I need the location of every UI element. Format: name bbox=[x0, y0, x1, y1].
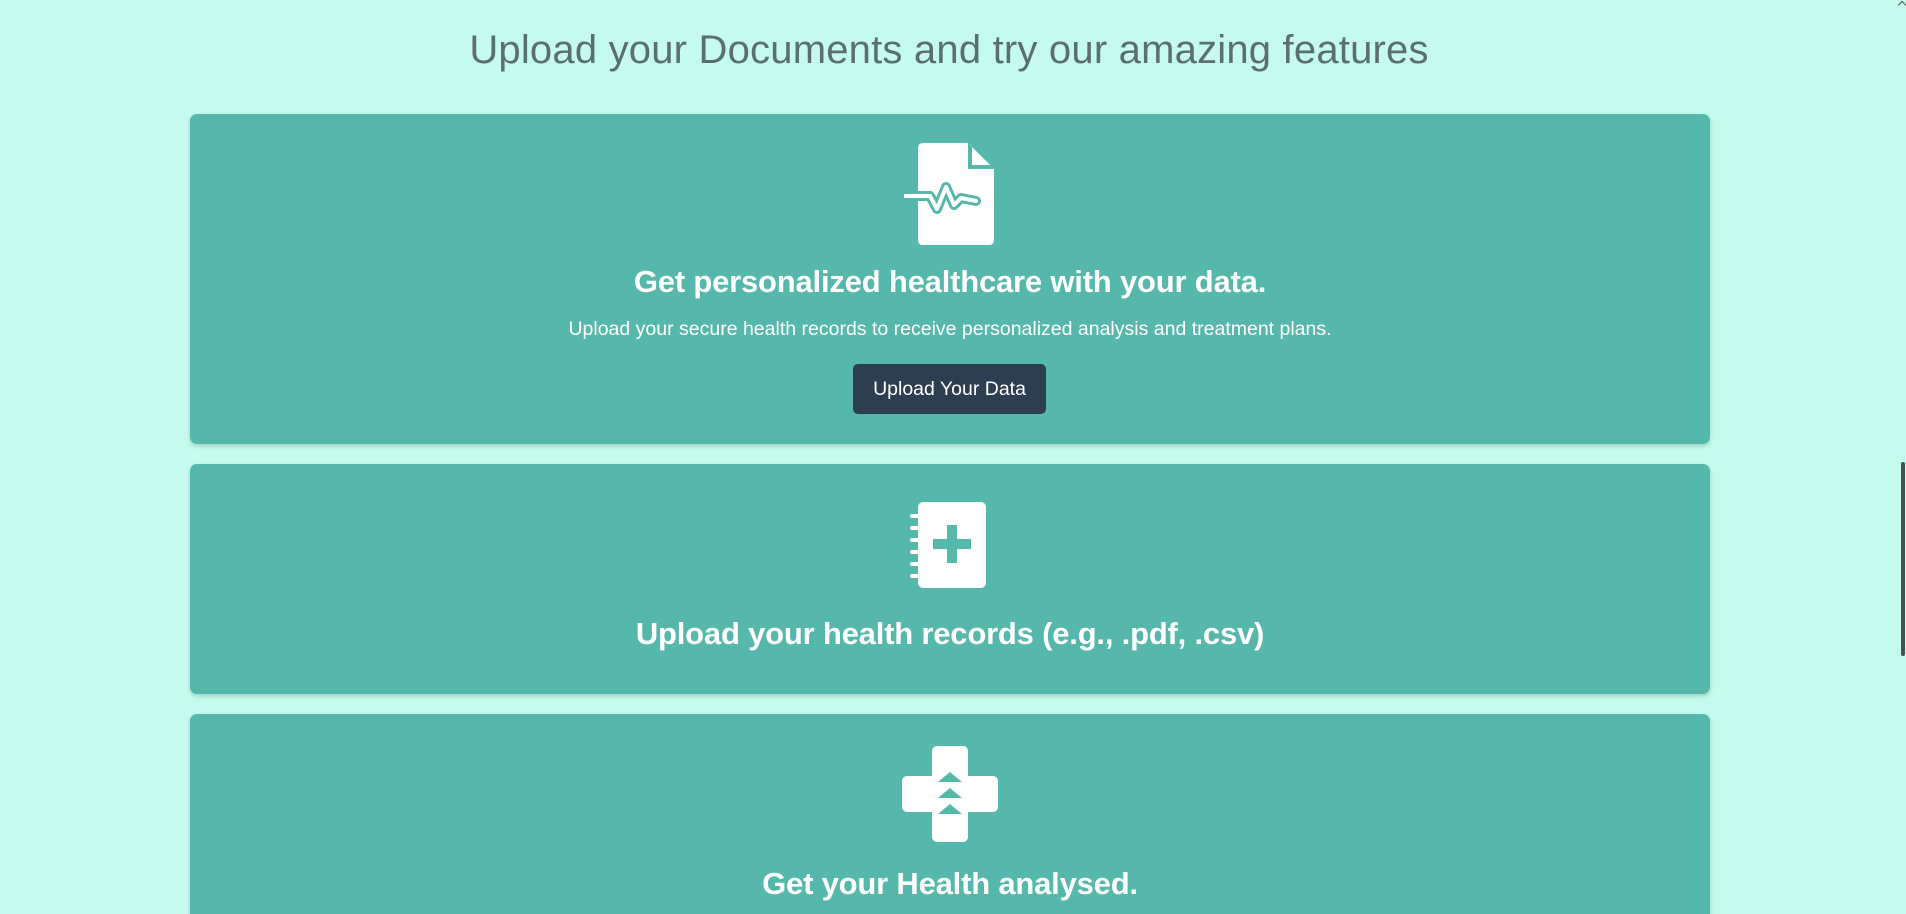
card-description: Upload your secure health records to rec… bbox=[568, 318, 1332, 340]
medical-cross-arrows-icon bbox=[902, 746, 998, 847]
card-heading: Get personalized healthcare with your da… bbox=[633, 264, 1267, 299]
card-heading: Get your Health analysed. bbox=[762, 866, 1138, 901]
feature-card-personalized-healthcare: Get personalized healthcare with your da… bbox=[190, 114, 1710, 444]
upload-your-data-button[interactable]: Upload Your Data bbox=[853, 364, 1046, 414]
scroll-up-icon[interactable] bbox=[1897, 0, 1906, 10]
file-medical-pulse-icon bbox=[900, 143, 996, 250]
medical-notebook-icon bbox=[910, 502, 990, 593]
card-heading: Upload your health records (e.g., .pdf, … bbox=[635, 616, 1265, 651]
section-title: Upload your Documents and try our amazin… bbox=[469, 28, 1429, 72]
feature-card-health-analysis: Get your Health analysed. bbox=[190, 714, 1710, 914]
page: Upload your Documents and try our amazin… bbox=[0, 0, 1906, 914]
scrollbar-thumb[interactable] bbox=[1901, 462, 1905, 656]
feature-card-upload-records: Upload your health records (e.g., .pdf, … bbox=[190, 464, 1710, 694]
page-scrollbar[interactable] bbox=[1897, 0, 1906, 914]
